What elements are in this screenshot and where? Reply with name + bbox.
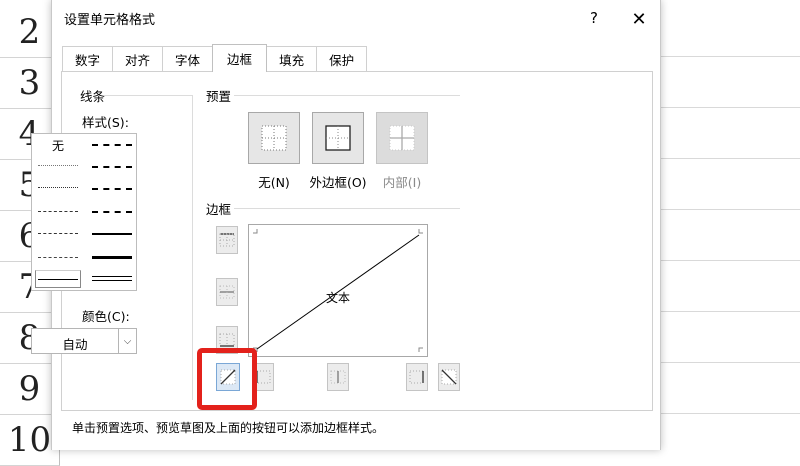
preset-inside-button[interactable] <box>376 112 428 164</box>
border-diagonal-down-button[interactable] <box>438 363 460 391</box>
tab-protection[interactable]: 保护 <box>316 46 368 71</box>
annotation-highlight-box <box>197 348 257 410</box>
dialog-tabs: 数字 对齐 字体 边框 填充 保护 <box>62 44 368 72</box>
grid-line <box>660 107 800 108</box>
hint-text: 单击预置选项、预览草图及上面的按钮可以添加边框样式。 <box>72 421 385 435</box>
line-group-right-edge <box>192 95 193 400</box>
border-preview[interactable]: 文本 <box>248 224 428 357</box>
grid-line <box>660 260 800 261</box>
tab-border[interactable]: 边框 <box>212 44 268 72</box>
preset-outline-icon <box>325 125 351 151</box>
border-inside-horizontal-button[interactable] <box>216 278 238 306</box>
dialog-titlebar[interactable]: 设置单元格格式 ? ✕ <box>52 0 660 38</box>
tab-font[interactable]: 字体 <box>162 46 214 71</box>
style-thin[interactable] <box>38 279 78 280</box>
preset-none-label: 无(N) <box>258 175 290 190</box>
tab-fill[interactable]: 填充 <box>266 46 318 71</box>
tab-alignment[interactable]: 对齐 <box>112 46 164 71</box>
style-slanted-dash-dot[interactable] <box>92 166 132 168</box>
style-medium-dash-dot-dot[interactable] <box>92 144 132 146</box>
style-dash-dot[interactable] <box>38 233 78 234</box>
border-inside-vertical-button[interactable] <box>327 363 349 391</box>
color-value: 自动 <box>62 337 88 352</box>
preset-inside-icon <box>389 125 415 151</box>
border-inside-horizontal-icon <box>219 285 235 299</box>
chevron-down-icon[interactable]: ⌵ <box>118 329 136 353</box>
presets-divider <box>234 95 460 96</box>
tab-number[interactable]: 数字 <box>62 46 114 71</box>
line-style-list[interactable]: 无 <box>31 133 137 291</box>
grid-line <box>660 56 800 57</box>
border-right-button[interactable] <box>406 363 428 391</box>
help-button[interactable]: ? <box>582 6 606 30</box>
color-dropdown[interactable]: 自动 ⌵ <box>31 328 137 354</box>
grid-line <box>660 362 800 363</box>
style-none-option[interactable]: 无 <box>32 137 84 154</box>
style-label: 样式(S): <box>82 112 133 131</box>
preset-outline-label: 外边框(O) <box>309 175 367 190</box>
preset-inside-label: 内部(I) <box>382 175 422 190</box>
grid-line <box>660 413 800 414</box>
dialog-title: 设置单元格格式 <box>64 13 156 28</box>
style-dotted[interactable] <box>38 187 78 188</box>
grid-line <box>660 209 800 210</box>
border-right-icon <box>409 370 424 384</box>
border-top-icon <box>219 233 235 247</box>
preview-text: 文本 <box>325 291 350 305</box>
border-inside-vertical-icon <box>330 370 346 384</box>
grid-line <box>660 311 800 312</box>
border-top-button[interactable] <box>216 226 238 254</box>
diagonal-down-icon <box>441 369 457 385</box>
style-medium-dash-dot[interactable] <box>92 188 132 190</box>
style-hairline[interactable] <box>38 165 78 166</box>
style-dash-dot-dot[interactable] <box>38 211 78 212</box>
line-group-divider <box>104 95 192 96</box>
style-medium[interactable] <box>92 233 132 235</box>
border-group-label: 边框 <box>206 199 236 218</box>
preset-none-icon <box>261 125 287 151</box>
grid-line <box>660 158 800 159</box>
style-double[interactable] <box>92 276 132 281</box>
close-button[interactable]: ✕ <box>626 6 652 32</box>
color-label: 颜色(C): <box>82 306 134 325</box>
style-dashed-thin[interactable] <box>38 257 78 258</box>
border-divider <box>234 208 460 209</box>
preset-outline-button[interactable] <box>312 112 364 164</box>
style-medium-dashed[interactable] <box>92 211 132 213</box>
presets-group-label: 预置 <box>206 86 236 105</box>
preset-none-button[interactable] <box>248 112 300 164</box>
style-thick[interactable] <box>92 256 132 259</box>
